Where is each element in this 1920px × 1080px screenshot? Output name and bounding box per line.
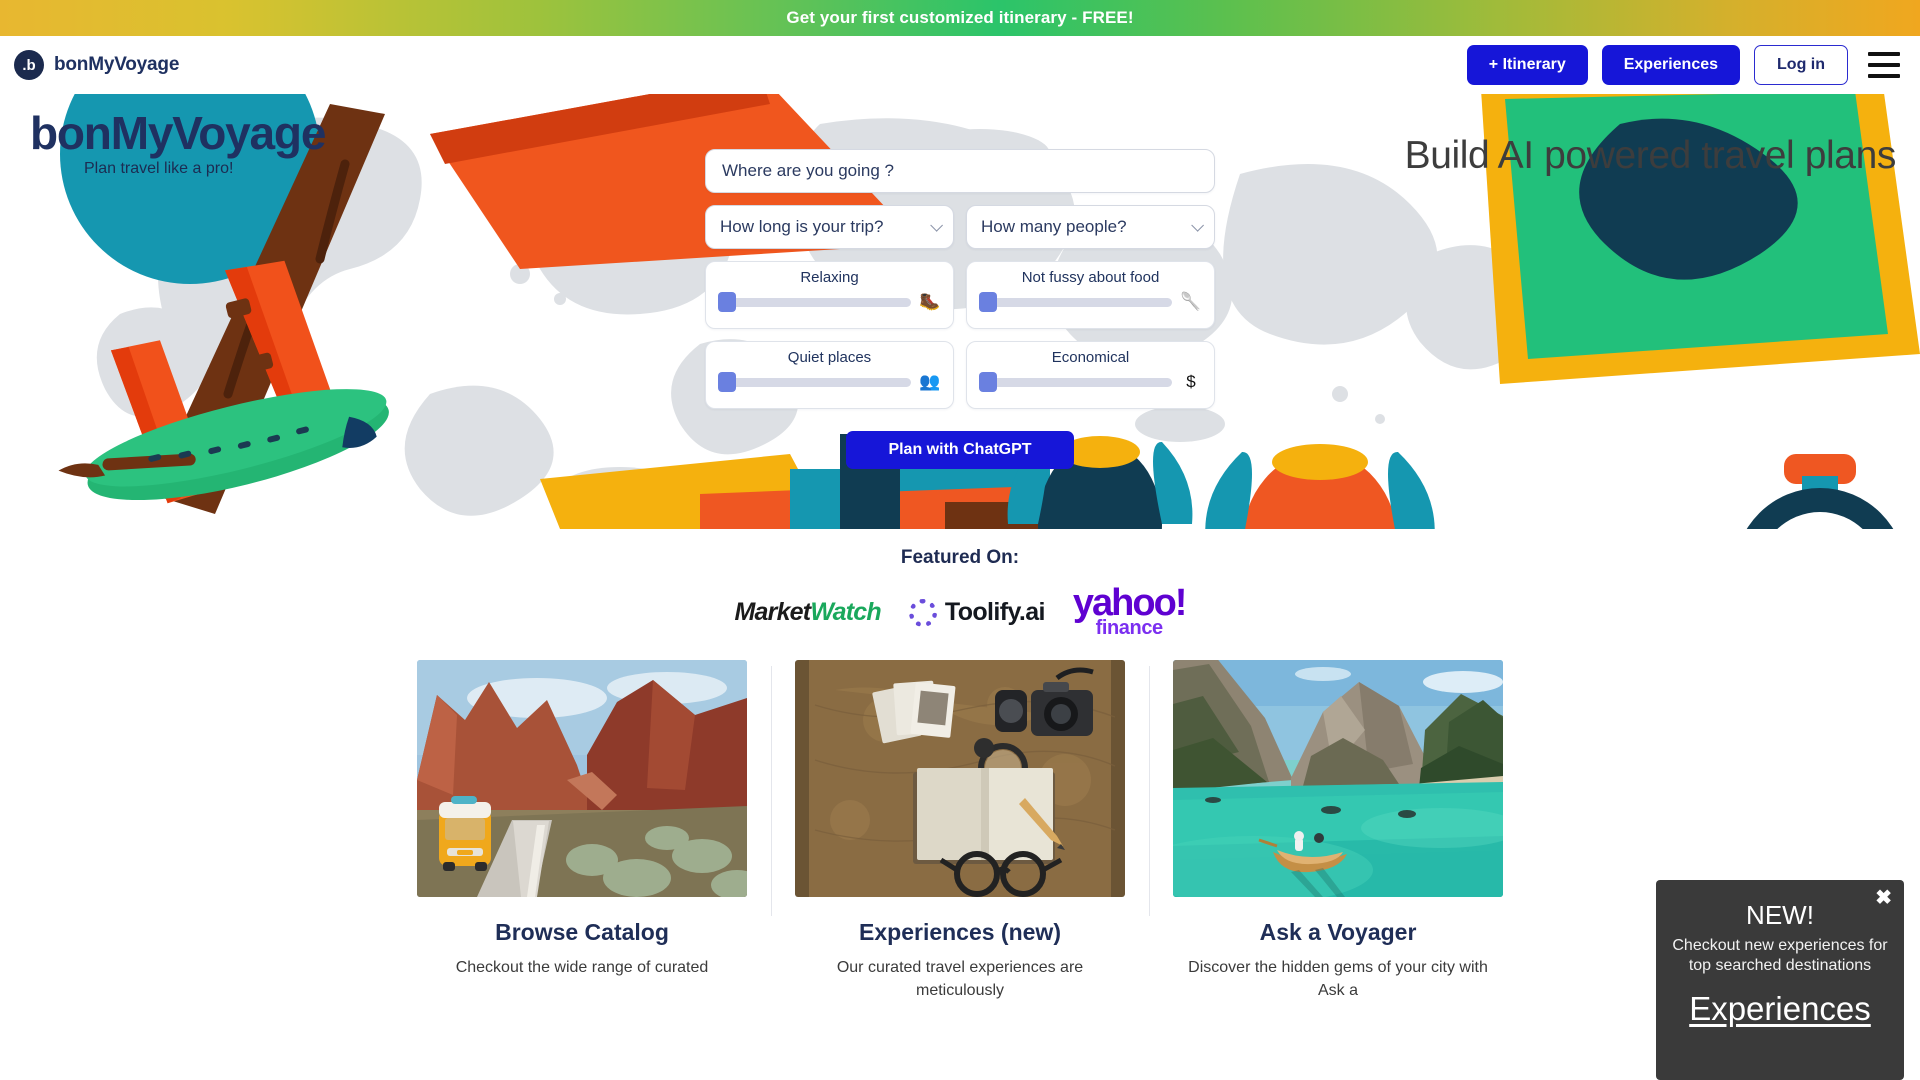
dollar-icon: $: [1186, 372, 1196, 391]
slider-row: $: [979, 372, 1202, 392]
slider-label: Quiet places: [787, 349, 872, 366]
top-navigation-bar: .b bonMyVoyage + Itinerary Experiences L…: [0, 36, 1920, 94]
alpine-lake-boat-photo: [1173, 660, 1503, 898]
slider-track[interactable]: [718, 372, 911, 392]
trip-duration-select[interactable]: How long is your trip?: [705, 205, 954, 249]
party-size-value: How many people?: [981, 217, 1127, 236]
feature-card-description: Our curated travel experiences are metic…: [836, 959, 1084, 1000]
nav-actions: + Itinerary Experiences Log in: [1466, 45, 1900, 85]
slider-row: 👥: [718, 372, 941, 392]
feature-card-browse-catalog[interactable]: Browse Catalog Checkout the wide range o…: [417, 660, 747, 1002]
toast-heading: NEW!: [1746, 900, 1814, 930]
chevron-down-icon: [930, 218, 943, 232]
slider-row: 🥾: [718, 292, 941, 312]
slider-label: Relaxing: [800, 269, 859, 286]
preference-sliders: Relaxing 🥾 Not fussy about food 🥄 Quiet …: [705, 261, 1215, 409]
slider-row: 🥄: [979, 292, 1202, 312]
feature-card-experiences[interactable]: Experiences (new) Our curated travel exp…: [771, 660, 1125, 1002]
promo-banner-text: Get your first customized itinerary - FR…: [786, 8, 1134, 27]
brand-mark-icon: .b: [14, 50, 44, 80]
trip-options-row: How long is your trip? How many people?: [705, 205, 1215, 249]
preference-slider-quiet: Quiet places 👥: [705, 341, 954, 409]
preference-slider-economical: Economical $: [966, 341, 1215, 409]
hamburger-menu-icon[interactable]: [1868, 52, 1900, 78]
slider-knob[interactable]: [979, 292, 997, 312]
slider-knob[interactable]: [979, 372, 997, 392]
slider-track[interactable]: [718, 292, 911, 312]
toast-message: Checkout new experiences for top searche…: [1672, 937, 1888, 974]
login-button[interactable]: Log in: [1754, 45, 1848, 85]
toolify-logo[interactable]: Toolify.ai: [908, 598, 1046, 627]
slider-knob[interactable]: [718, 372, 736, 392]
toast-experiences-link[interactable]: Experiences: [1689, 990, 1871, 1028]
trip-search-form: Where are you going ? How long is your t…: [705, 149, 1215, 469]
slider-label: Not fussy about food: [1021, 269, 1160, 286]
road-trip-van-canyon-photo: [417, 660, 747, 898]
feature-card-title: Experiences (new): [859, 919, 1061, 946]
brand-name-label: bonMyVoyage: [54, 54, 180, 75]
preference-slider-relaxing: Relaxing 🥾: [705, 261, 954, 329]
brand-logo[interactable]: .b bonMyVoyage: [14, 50, 179, 80]
toolify-mark-icon: [908, 598, 937, 627]
slider-track[interactable]: [979, 372, 1172, 392]
toolify-logo-text: Toolify.ai: [944, 598, 1046, 627]
yahoo-finance-logo[interactable]: yahoo! finance: [1072, 582, 1188, 638]
plan-with-chatgpt-button[interactable]: Plan with ChatGPT: [846, 431, 1074, 469]
feature-cards-row: Browse Catalog Checkout the wide range o…: [0, 652, 1920, 1002]
yahoo-logo-text: yahoo!: [1072, 582, 1188, 624]
featured-on-section: Featured On: MarketWatch Toolify.ai yaho…: [0, 529, 1920, 653]
hamburger-line: [1868, 63, 1900, 67]
feature-card-title: Ask a Voyager: [1259, 919, 1417, 946]
feature-card-ask-a-voyager[interactable]: Ask a Voyager Discover the hidden gems o…: [1149, 660, 1503, 1002]
promo-banner: Get your first customized itinerary - FR…: [0, 0, 1920, 36]
travel-journal-map-camera-photo: [795, 660, 1125, 898]
feature-card-description: Checkout the wide range of curated: [455, 959, 709, 977]
marketwatch-logo[interactable]: MarketWatch: [734, 598, 882, 627]
chevron-down-icon: [1191, 218, 1204, 232]
trip-duration-value: How long is your trip?: [720, 217, 884, 236]
slider-track[interactable]: [979, 292, 1172, 312]
close-icon[interactable]: ✖: [1875, 888, 1892, 908]
spoon-icon: 🥄: [1180, 292, 1202, 311]
featured-on-title: Featured On:: [900, 547, 1020, 568]
add-itinerary-button[interactable]: + Itinerary: [1466, 45, 1588, 85]
slider-knob[interactable]: [718, 292, 736, 312]
marketwatch-logo-part2: Watch: [810, 598, 881, 627]
feature-card-description: Discover the hidden gems of your city wi…: [1188, 959, 1488, 1000]
people-icon: 👥: [919, 372, 941, 391]
feature-card-title: Browse Catalog: [495, 919, 669, 946]
new-experiences-toast: ✖ NEW! Checkout new experiences for top …: [1656, 880, 1904, 1080]
hero-section: bonMyVoyage Plan travel like a pro! Buil…: [0, 94, 1920, 529]
hamburger-line: [1868, 52, 1900, 56]
hiking-icon: 🥾: [919, 292, 941, 311]
slider-label: Economical: [1051, 349, 1130, 366]
experiences-button[interactable]: Experiences: [1601, 45, 1741, 85]
featured-logo-row: MarketWatch Toolify.ai yahoo! finance: [0, 582, 1920, 638]
hamburger-line: [1868, 74, 1900, 78]
destination-input[interactable]: Where are you going ?: [705, 149, 1215, 193]
marketwatch-logo-part1: Market: [734, 598, 812, 627]
party-size-select[interactable]: How many people?: [966, 205, 1215, 249]
preference-slider-food: Not fussy about food 🥄: [966, 261, 1215, 329]
